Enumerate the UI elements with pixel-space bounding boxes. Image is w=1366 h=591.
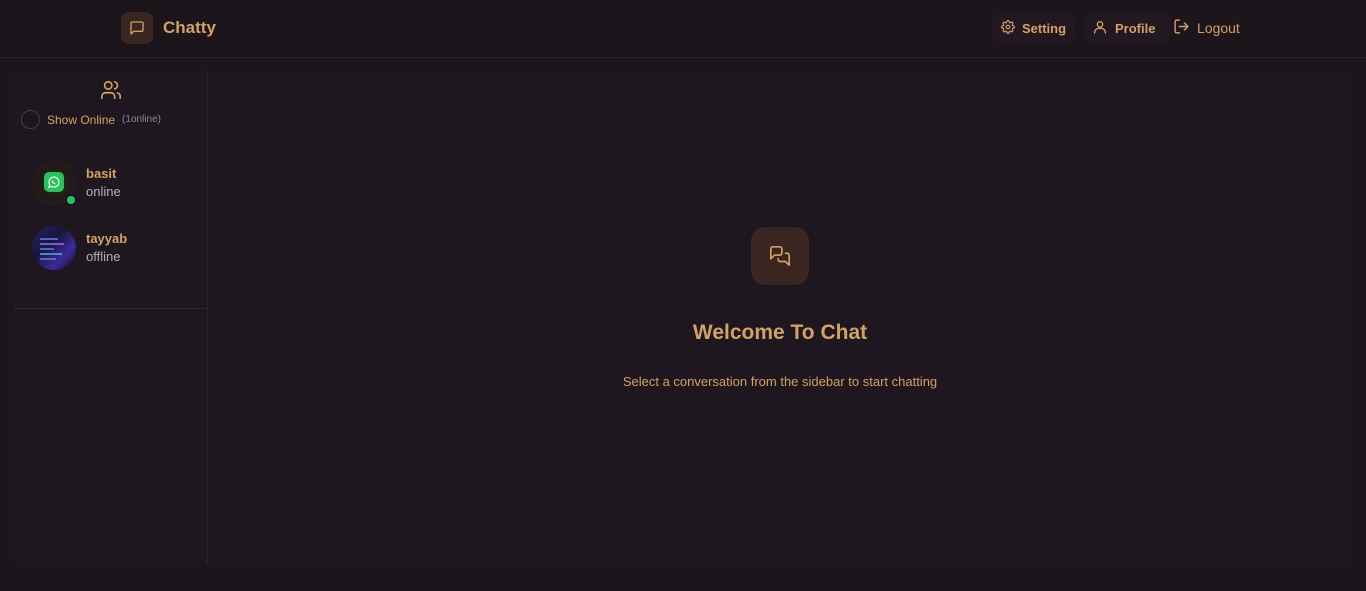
logout-button[interactable]: Logout <box>1173 13 1253 43</box>
contact-name: basit <box>86 166 117 181</box>
logout-icon <box>1173 18 1197 38</box>
online-count: (1online) <box>122 114 161 125</box>
online-indicator <box>65 194 77 206</box>
user-icon <box>1092 19 1115 38</box>
contacts-sidebar: Show Online (1online) basit online tayya… <box>14 71 208 563</box>
message-square-icon <box>121 12 153 44</box>
contact-name: tayyab <box>86 231 128 246</box>
contact-status: online <box>86 184 121 199</box>
welcome-title: Welcome To Chat <box>692 321 868 344</box>
setting-button[interactable]: Setting <box>992 13 1074 43</box>
show-online-checkbox[interactable] <box>21 110 40 129</box>
profile-button[interactable]: Profile <box>1083 13 1171 43</box>
contact-status: offline <box>86 249 121 264</box>
setting-label: Setting <box>1022 20 1067 36</box>
whatsapp-icon <box>44 172 64 192</box>
contact-item-tayyab[interactable]: tayyab offline <box>32 226 127 270</box>
brand-link[interactable]: Chatty <box>121 12 216 44</box>
messages-icon <box>751 227 809 285</box>
welcome-subtitle: Select a conversation from the sidebar t… <box>622 374 938 389</box>
contact-item-basit[interactable]: basit online <box>32 161 121 206</box>
users-icon <box>100 79 122 106</box>
logout-label: Logout <box>1197 20 1240 36</box>
brand-name: Chatty <box>163 18 216 37</box>
avatar <box>32 161 77 206</box>
gear-icon <box>1001 19 1022 37</box>
show-online-toggle[interactable]: Show Online (1online) <box>21 110 161 129</box>
top-navbar: Chatty Setting Profile Logout <box>0 0 1366 58</box>
show-online-label: Show Online <box>47 112 116 127</box>
chat-main-panel: Welcome To Chat Select a conversation fr… <box>208 71 1352 563</box>
profile-label: Profile <box>1115 20 1156 36</box>
avatar <box>32 226 76 270</box>
sidebar-header: Show Online (1online) basit online tayya… <box>14 71 207 309</box>
